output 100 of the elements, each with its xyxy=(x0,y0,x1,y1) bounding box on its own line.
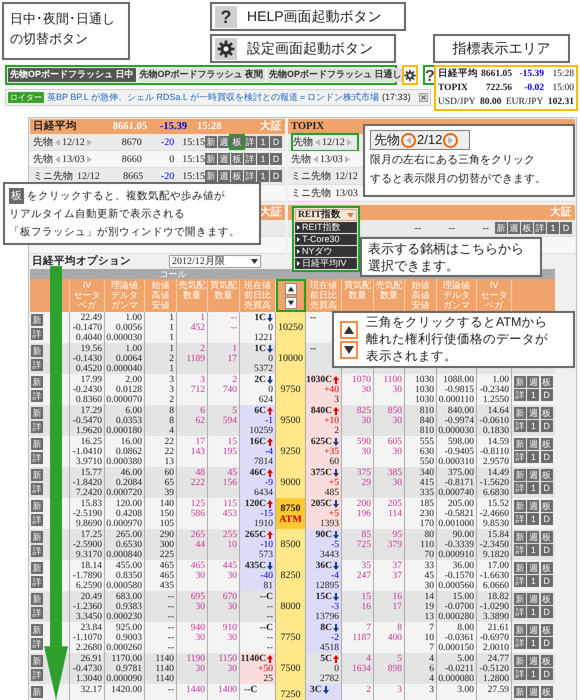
row-button[interactable]: 新 xyxy=(31,593,43,605)
row-button[interactable]: D xyxy=(540,389,553,401)
row-button[interactable]: 詳 xyxy=(514,544,526,556)
row-button[interactable]: 1 xyxy=(527,668,540,680)
tab[interactable]: 先物OPボードフラッシュ 夜間 xyxy=(138,68,266,82)
menu-item[interactable]: T-Core30 xyxy=(295,234,357,245)
news-headline-link[interactable]: 英BP BP.L が急伸、シェル RDSa.L が一時買収を検討との報道＝ロンドン株式市場 xyxy=(47,90,380,104)
row-button[interactable]: 週 xyxy=(527,593,540,605)
row-button[interactable]: 詳 xyxy=(244,136,256,148)
row-button[interactable]: 板 xyxy=(540,469,553,481)
scroll-down-button[interactable] xyxy=(285,296,297,308)
row-button[interactable]: 詳 xyxy=(514,420,526,432)
row-button[interactable]: 板 xyxy=(540,407,553,419)
left-triangle-icon[interactable] xyxy=(313,156,318,162)
row-button[interactable]: 週 xyxy=(527,531,540,543)
row-button[interactable]: 新 xyxy=(205,136,217,148)
row-button[interactable]: 板 xyxy=(521,222,533,234)
row-button[interactable]: 新 xyxy=(514,686,526,698)
row-button[interactable]: 詳 xyxy=(514,637,526,649)
row-button[interactable]: 新 xyxy=(514,624,526,636)
row-button[interactable]: 新 xyxy=(514,469,526,481)
row-button[interactable]: 1 xyxy=(527,637,540,649)
row-button[interactable]: 板 xyxy=(540,655,553,667)
contract-selector[interactable]: ミニ先物 13/03 xyxy=(291,186,359,200)
row-button[interactable]: 詳 xyxy=(31,607,43,619)
row-button[interactable]: 新 xyxy=(514,500,526,512)
row-button[interactable]: 1 xyxy=(527,420,540,432)
row-button[interactable]: 新 xyxy=(205,170,217,182)
row-button[interactable]: D xyxy=(540,482,553,494)
row-button[interactable]: 週 xyxy=(508,222,520,234)
month-select[interactable]: 2012/12月限 xyxy=(169,255,261,268)
row-button[interactable]: 詳 xyxy=(31,638,43,650)
row-button[interactable]: 新 xyxy=(31,686,43,698)
row-button[interactable]: 板 xyxy=(540,500,553,512)
row-button[interactable]: 1 xyxy=(547,222,559,234)
row-button[interactable]: 板 xyxy=(231,153,243,165)
right-triangle-icon[interactable] xyxy=(86,156,92,162)
row-button[interactable]: 週 xyxy=(527,500,540,512)
row-button[interactable]: 新 xyxy=(31,655,43,667)
menu-item[interactable]: NYダウ xyxy=(295,246,357,257)
row-button[interactable]: 詳 xyxy=(31,576,43,588)
contract-selector[interactable]: 先物 13/03 xyxy=(291,152,359,166)
row-button[interactable]: 新 xyxy=(31,314,43,326)
row-button[interactable]: 新 xyxy=(514,407,526,419)
left-triangle-icon[interactable] xyxy=(55,138,60,146)
menu-item[interactable]: 日経平均IV xyxy=(295,258,357,269)
row-button[interactable]: 新 xyxy=(514,562,526,574)
row-button[interactable]: 詳 xyxy=(31,545,43,557)
row-button[interactable]: 詳 xyxy=(514,575,526,587)
row-button[interactable]: 詳 xyxy=(31,421,43,433)
row-button[interactable]: 詳 xyxy=(534,222,546,234)
row-button[interactable]: 板 xyxy=(229,134,245,150)
row-button[interactable]: 板 xyxy=(540,593,553,605)
row-button[interactable]: 新 xyxy=(514,655,526,667)
row-button[interactable]: 1 xyxy=(257,153,269,165)
tab[interactable]: 先物OPボードフラッシュ 日通し xyxy=(267,68,404,82)
row-button[interactable]: 詳 xyxy=(514,451,526,463)
row-button[interactable]: 詳 xyxy=(514,668,526,680)
row-button[interactable]: 新 xyxy=(31,469,43,481)
row-button[interactable]: 板 xyxy=(540,438,553,450)
row-button[interactable]: 週 xyxy=(218,170,230,182)
row-button[interactable]: 新 xyxy=(31,624,43,636)
contract-selector[interactable]: ミニ先物 12/12 xyxy=(291,168,359,184)
row-button[interactable]: 詳 xyxy=(31,514,43,526)
row-button[interactable]: 週 xyxy=(527,624,540,636)
row-button[interactable]: 週 xyxy=(527,655,540,667)
row-button[interactable]: 詳 xyxy=(514,482,526,494)
row-button[interactable]: 週 xyxy=(527,376,540,388)
row-button[interactable]: 板 xyxy=(540,562,553,574)
row-button[interactable]: 新 xyxy=(31,376,43,388)
row-button[interactable]: 1 xyxy=(527,544,540,556)
row-button[interactable]: D xyxy=(540,606,553,618)
row-button[interactable]: 新 xyxy=(31,438,43,450)
row-button[interactable]: 新 xyxy=(514,376,526,388)
row-button[interactable]: 詳 xyxy=(31,669,43,681)
row-button[interactable]: 新 xyxy=(31,407,43,419)
left-triangle-icon[interactable] xyxy=(315,138,320,146)
row-button[interactable]: 週 xyxy=(218,153,230,165)
row-button[interactable]: D xyxy=(560,222,572,234)
row-button[interactable]: 新 xyxy=(31,345,43,357)
row-button[interactable]: 詳 xyxy=(31,328,43,340)
row-button[interactable]: 詳 xyxy=(244,153,256,165)
row-button[interactable]: 週 xyxy=(527,407,540,419)
row-button[interactable]: D xyxy=(270,170,282,182)
row-button[interactable]: 1 xyxy=(257,136,269,148)
row-button[interactable]: D xyxy=(540,513,553,525)
row-button[interactable]: D xyxy=(270,136,282,148)
row-button[interactable]: 詳 xyxy=(31,359,43,371)
right-triangle-icon[interactable] xyxy=(344,156,350,162)
row-button[interactable]: 新 xyxy=(514,593,526,605)
row-button[interactable]: 板 xyxy=(540,376,553,388)
row-button[interactable]: 詳 xyxy=(244,170,256,182)
row-button[interactable]: 1 xyxy=(527,482,540,494)
row-button[interactable]: 板 xyxy=(231,170,243,182)
row-button[interactable]: 新 xyxy=(205,153,217,165)
row-button[interactable]: 板 xyxy=(540,624,553,636)
row-button[interactable]: 詳 xyxy=(31,483,43,495)
row-button[interactable]: 詳 xyxy=(514,513,526,525)
row-button[interactable]: 新 xyxy=(31,562,43,574)
row-button[interactable]: 新 xyxy=(514,438,526,450)
